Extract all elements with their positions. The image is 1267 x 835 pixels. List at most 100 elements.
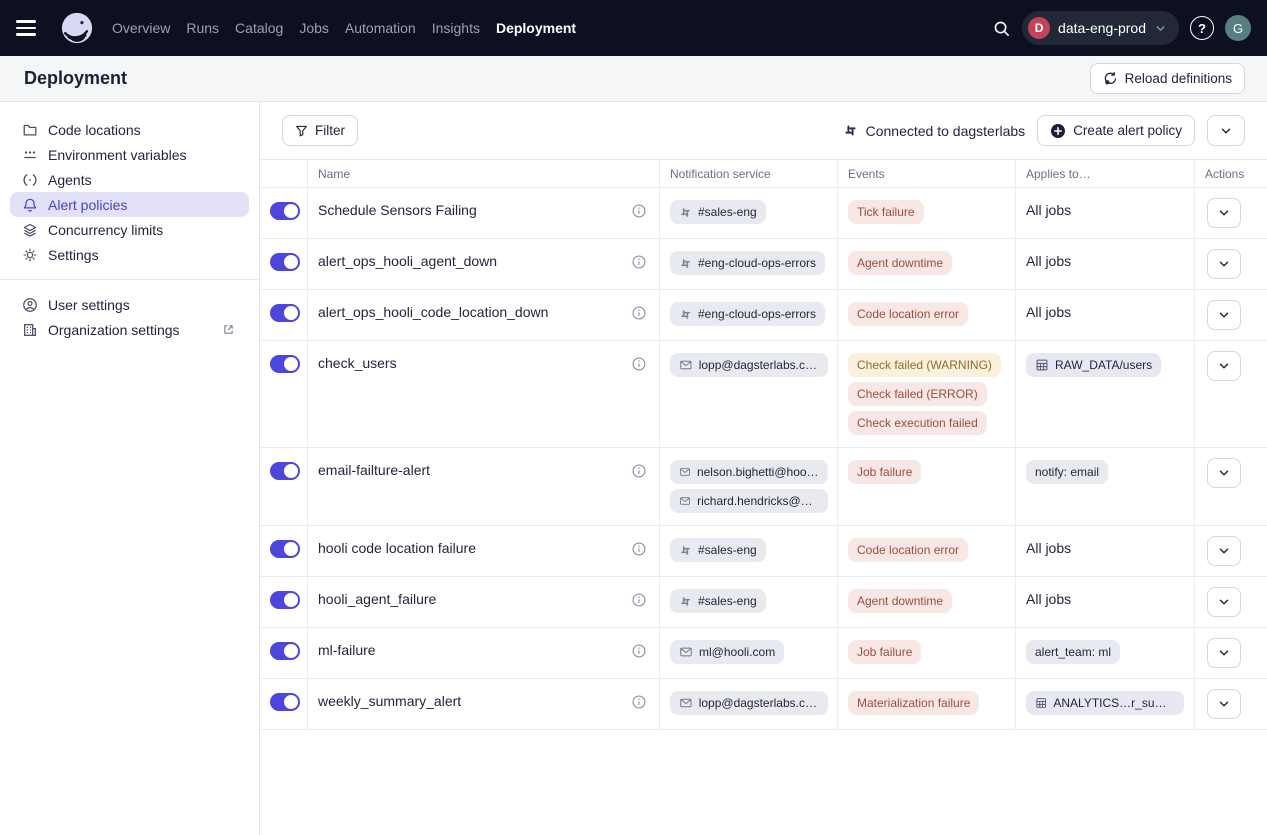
sidebar-item-environment-variables[interactable]: Environment variables	[10, 142, 249, 167]
row-actions-dropdown[interactable]	[1207, 198, 1241, 228]
org-badge: D	[1028, 17, 1050, 39]
notification-label: nelson.bighetti@hooli.co…	[697, 465, 819, 479]
slack-icon	[679, 257, 692, 270]
notification-service-cell: lopp@dagsterlabs.com	[660, 679, 838, 729]
org-icon	[22, 322, 38, 338]
name-cell: Schedule Sensors Failing	[308, 188, 660, 238]
event-badge: Check failed (ERROR)	[848, 382, 987, 406]
email-icon	[679, 696, 693, 710]
sidebar-item-code-locations[interactable]: Code locations	[10, 117, 249, 142]
nav-tab-deployment[interactable]: Deployment	[496, 16, 576, 40]
notification-label: #eng-cloud-ops-errors	[698, 256, 816, 270]
info-icon[interactable]	[631, 541, 647, 557]
alert-enabled-toggle[interactable]	[270, 253, 300, 271]
nav-tab-insights[interactable]: Insights	[432, 16, 480, 40]
alert-enabled-toggle[interactable]	[270, 540, 300, 558]
dagster-logo-icon[interactable]	[60, 11, 94, 45]
applies-to-pill: ANALYTICS…r_summary	[1026, 691, 1184, 715]
alert-enabled-toggle[interactable]	[270, 462, 300, 480]
applies-to-pill: alert_team: ml	[1026, 640, 1120, 664]
info-icon[interactable]	[631, 254, 647, 270]
table-row: hooli_agent_failure#sales-engAgent downt…	[260, 577, 1267, 628]
top-nav: Overview Runs Catalog Jobs Automation Insight…	[0, 0, 1267, 56]
more-actions-dropdown[interactable]	[1207, 115, 1245, 146]
reload-definitions-button[interactable]: Reload definitions	[1090, 63, 1245, 94]
sidebar-item-label: Concurrency limits	[48, 222, 163, 238]
notification-pill: #eng-cloud-ops-errors	[670, 251, 825, 275]
nav-tab-runs[interactable]: Runs	[186, 16, 219, 40]
sidebar-item-agents[interactable]: Agents	[10, 167, 249, 192]
info-icon[interactable]	[631, 305, 647, 321]
notification-service-cell: lopp@dagsterlabs.com	[660, 341, 838, 447]
layers-icon	[22, 222, 38, 238]
alert-enabled-toggle[interactable]	[270, 591, 300, 609]
chevron-down-icon	[1154, 22, 1167, 35]
events-cell: Job failure	[838, 448, 1016, 525]
alert-policy-name: weekly_summary_alert	[318, 693, 461, 709]
event-badge: Check execution failed	[848, 411, 987, 435]
table-row: check_userslopp@dagsterlabs.comCheck fai…	[260, 341, 1267, 448]
notification-pill: lopp@dagsterlabs.com	[670, 691, 828, 715]
table-row: alert_ops_hooli_code_location_down#eng-c…	[260, 290, 1267, 341]
applies-to-label: notify: email	[1035, 465, 1099, 479]
event-badge: Code location error	[848, 538, 968, 562]
alert-enabled-toggle[interactable]	[270, 304, 300, 322]
info-icon[interactable]	[631, 356, 647, 372]
notification-pill: #sales-eng	[670, 538, 766, 562]
asset-table-icon	[1035, 358, 1049, 372]
alert-enabled-toggle[interactable]	[270, 693, 300, 711]
filter-button[interactable]: Filter	[282, 115, 358, 146]
info-icon[interactable]	[631, 643, 647, 659]
menu-icon[interactable]	[16, 8, 56, 48]
user-avatar[interactable]: G	[1225, 15, 1251, 41]
actions-cell	[1195, 577, 1267, 627]
sidebar-item-settings[interactable]: Settings	[10, 242, 249, 267]
info-icon[interactable]	[631, 463, 647, 479]
sidebar-item-organization-settings[interactable]: Organization settings	[10, 317, 249, 342]
info-icon[interactable]	[631, 203, 647, 219]
nav-tab-jobs[interactable]: Jobs	[299, 16, 329, 40]
events-cell: Tick failure	[838, 188, 1016, 238]
row-actions-dropdown[interactable]	[1207, 458, 1241, 488]
sidebar-item-user-settings[interactable]: User settings	[10, 292, 249, 317]
applies-to-cell: All jobs	[1016, 577, 1195, 627]
event-badge: Job failure	[848, 460, 921, 484]
event-badge: Job failure	[848, 640, 921, 664]
org-switcher[interactable]: D data-eng-prod	[1022, 11, 1179, 45]
alert-enabled-toggle[interactable]	[270, 642, 300, 660]
external-link-icon	[222, 323, 235, 336]
help-icon[interactable]: ?	[1190, 16, 1214, 40]
sidebar-item-label: Organization settings	[48, 322, 180, 338]
nav-tab-catalog[interactable]: Catalog	[235, 16, 283, 40]
row-actions-dropdown[interactable]	[1207, 249, 1241, 279]
table-row: email-failture-alertnelson.bighetti@hool…	[260, 448, 1267, 526]
sidebar-item-concurrency-limits[interactable]: Concurrency limits	[10, 217, 249, 242]
row-actions-dropdown[interactable]	[1207, 351, 1241, 381]
row-actions-dropdown[interactable]	[1207, 300, 1241, 330]
events-cell: Code location error	[838, 526, 1016, 576]
info-icon[interactable]	[631, 592, 647, 608]
search-icon[interactable]	[992, 19, 1011, 38]
info-icon[interactable]	[631, 694, 647, 710]
table-row: weekly_summary_alert lopp@dagsterlabs.com…	[260, 679, 1267, 730]
row-actions-dropdown[interactable]	[1207, 638, 1241, 668]
row-actions-dropdown[interactable]	[1207, 536, 1241, 566]
sidebar-item-alert-policies[interactable]: Alert policies	[10, 192, 249, 217]
alert-enabled-toggle[interactable]	[270, 202, 300, 220]
row-actions-dropdown[interactable]	[1207, 689, 1241, 719]
events-cell: Agent downtime	[838, 577, 1016, 627]
notification-pill: richard.hendricks@hooli…	[670, 489, 828, 513]
create-alert-policy-button[interactable]: Create alert policy	[1037, 115, 1195, 146]
filter-label: Filter	[315, 123, 345, 138]
actions-cell	[1195, 679, 1267, 729]
name-cell: weekly_summary_alert	[308, 679, 660, 729]
row-actions-dropdown[interactable]	[1207, 587, 1241, 617]
alert-enabled-toggle[interactable]	[270, 355, 300, 373]
nav-tab-overview[interactable]: Overview	[112, 16, 170, 40]
actions-cell	[1195, 448, 1267, 525]
notification-pill: nelson.bighetti@hooli.co…	[670, 460, 828, 484]
applies-to-pill: RAW_DATA/users	[1026, 353, 1161, 377]
applies-to-cell: notify: email	[1016, 448, 1195, 525]
nav-tab-automation[interactable]: Automation	[345, 16, 416, 40]
notification-pill: #sales-eng	[670, 200, 766, 224]
